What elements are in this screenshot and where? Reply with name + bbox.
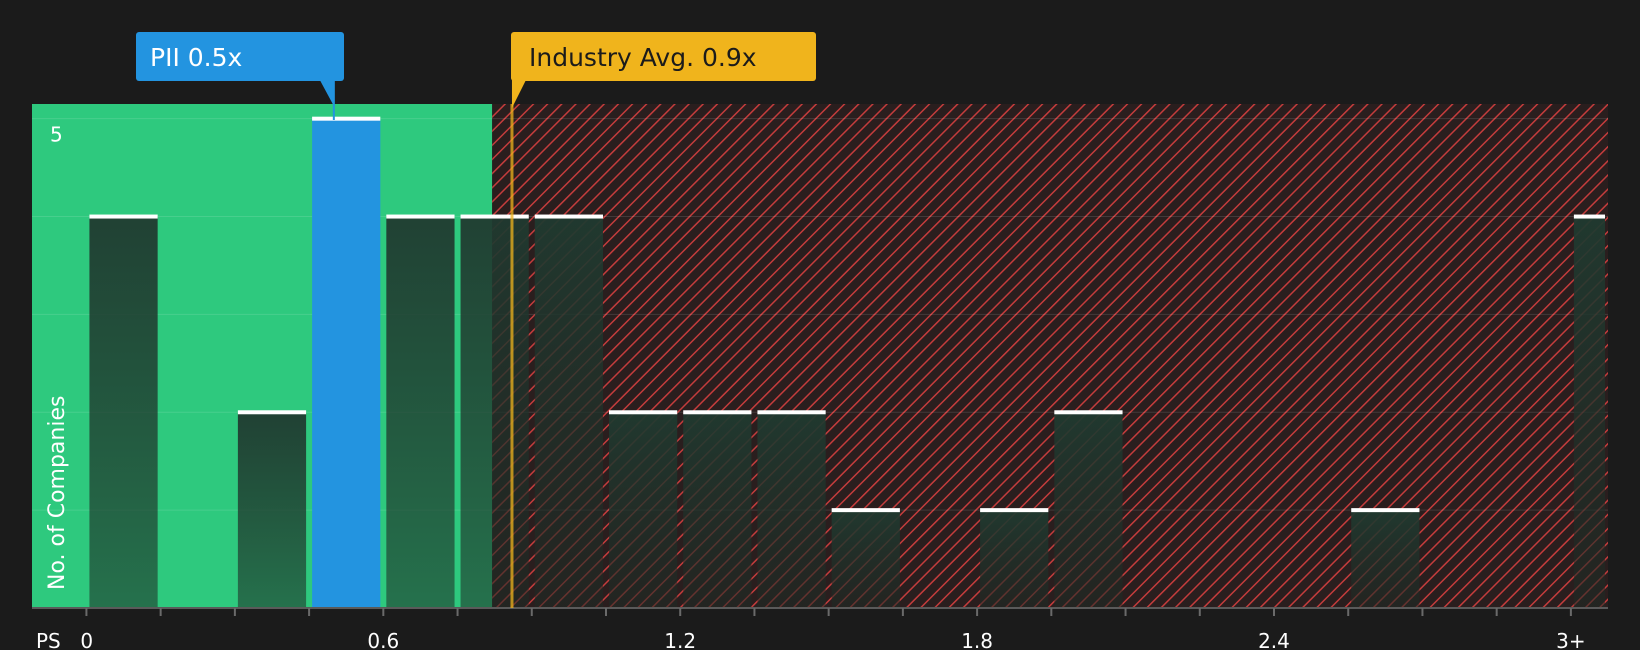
bar-cap xyxy=(460,214,529,219)
x-tick-label: 1.2 xyxy=(664,629,696,650)
y-ticks: 5 xyxy=(50,123,63,147)
x-tick-label: 2.4 xyxy=(1258,629,1290,650)
histogram-bar xyxy=(683,412,752,608)
bar-cap xyxy=(386,214,455,219)
histogram-bar xyxy=(89,216,158,608)
x-tick-label: 3+ xyxy=(1556,629,1585,650)
bar-cap xyxy=(683,410,752,415)
bar-cap xyxy=(980,508,1049,513)
industry-callout-label: Industry Avg. 0.9x xyxy=(529,43,757,72)
x-tick-label: 0 xyxy=(80,629,93,650)
bar-cap xyxy=(1351,508,1420,513)
bar-cap xyxy=(89,214,158,219)
histogram-bar xyxy=(534,216,603,608)
bar-cap xyxy=(608,410,678,415)
y-tick-label: 5 xyxy=(50,123,63,147)
bar-cap xyxy=(1573,214,1605,219)
industry-callout: Industry Avg. 0.9x xyxy=(511,32,816,108)
histogram-bar xyxy=(1573,216,1605,608)
industry-callout-pointer xyxy=(511,80,526,108)
histogram-bar xyxy=(831,510,900,608)
bar-cap xyxy=(831,508,900,513)
bar-cap xyxy=(312,116,381,121)
company-callout-label: PII 0.5x xyxy=(150,43,242,72)
histogram-bar xyxy=(237,412,307,608)
company-callout-pointer xyxy=(319,80,334,106)
ps-distribution-chart: 0 0.6 1.2 1.8 2.4 3+ PS No. of Companies 5 PI… xyxy=(32,32,1608,650)
y-axis-title: No. of Companies xyxy=(45,396,70,590)
histogram-bar xyxy=(980,510,1049,608)
bar-cap xyxy=(757,410,826,415)
histogram-bar xyxy=(312,118,381,608)
x-ticks: 0 0.6 1.2 1.8 2.4 3+ xyxy=(80,608,1586,650)
bar-cap xyxy=(1054,410,1123,415)
histogram-bar xyxy=(460,216,529,608)
x-tick-label: 1.8 xyxy=(961,629,993,650)
histogram-bar xyxy=(1351,510,1420,608)
x-tick-label: 0.6 xyxy=(367,629,399,650)
histogram-bar xyxy=(757,412,826,608)
histogram-bar xyxy=(608,412,678,608)
x-axis-title: PS xyxy=(36,629,61,650)
bar-cap xyxy=(237,410,307,415)
histogram-bar xyxy=(386,216,455,608)
histogram-bar xyxy=(1054,412,1123,608)
bar-cap xyxy=(534,214,603,219)
